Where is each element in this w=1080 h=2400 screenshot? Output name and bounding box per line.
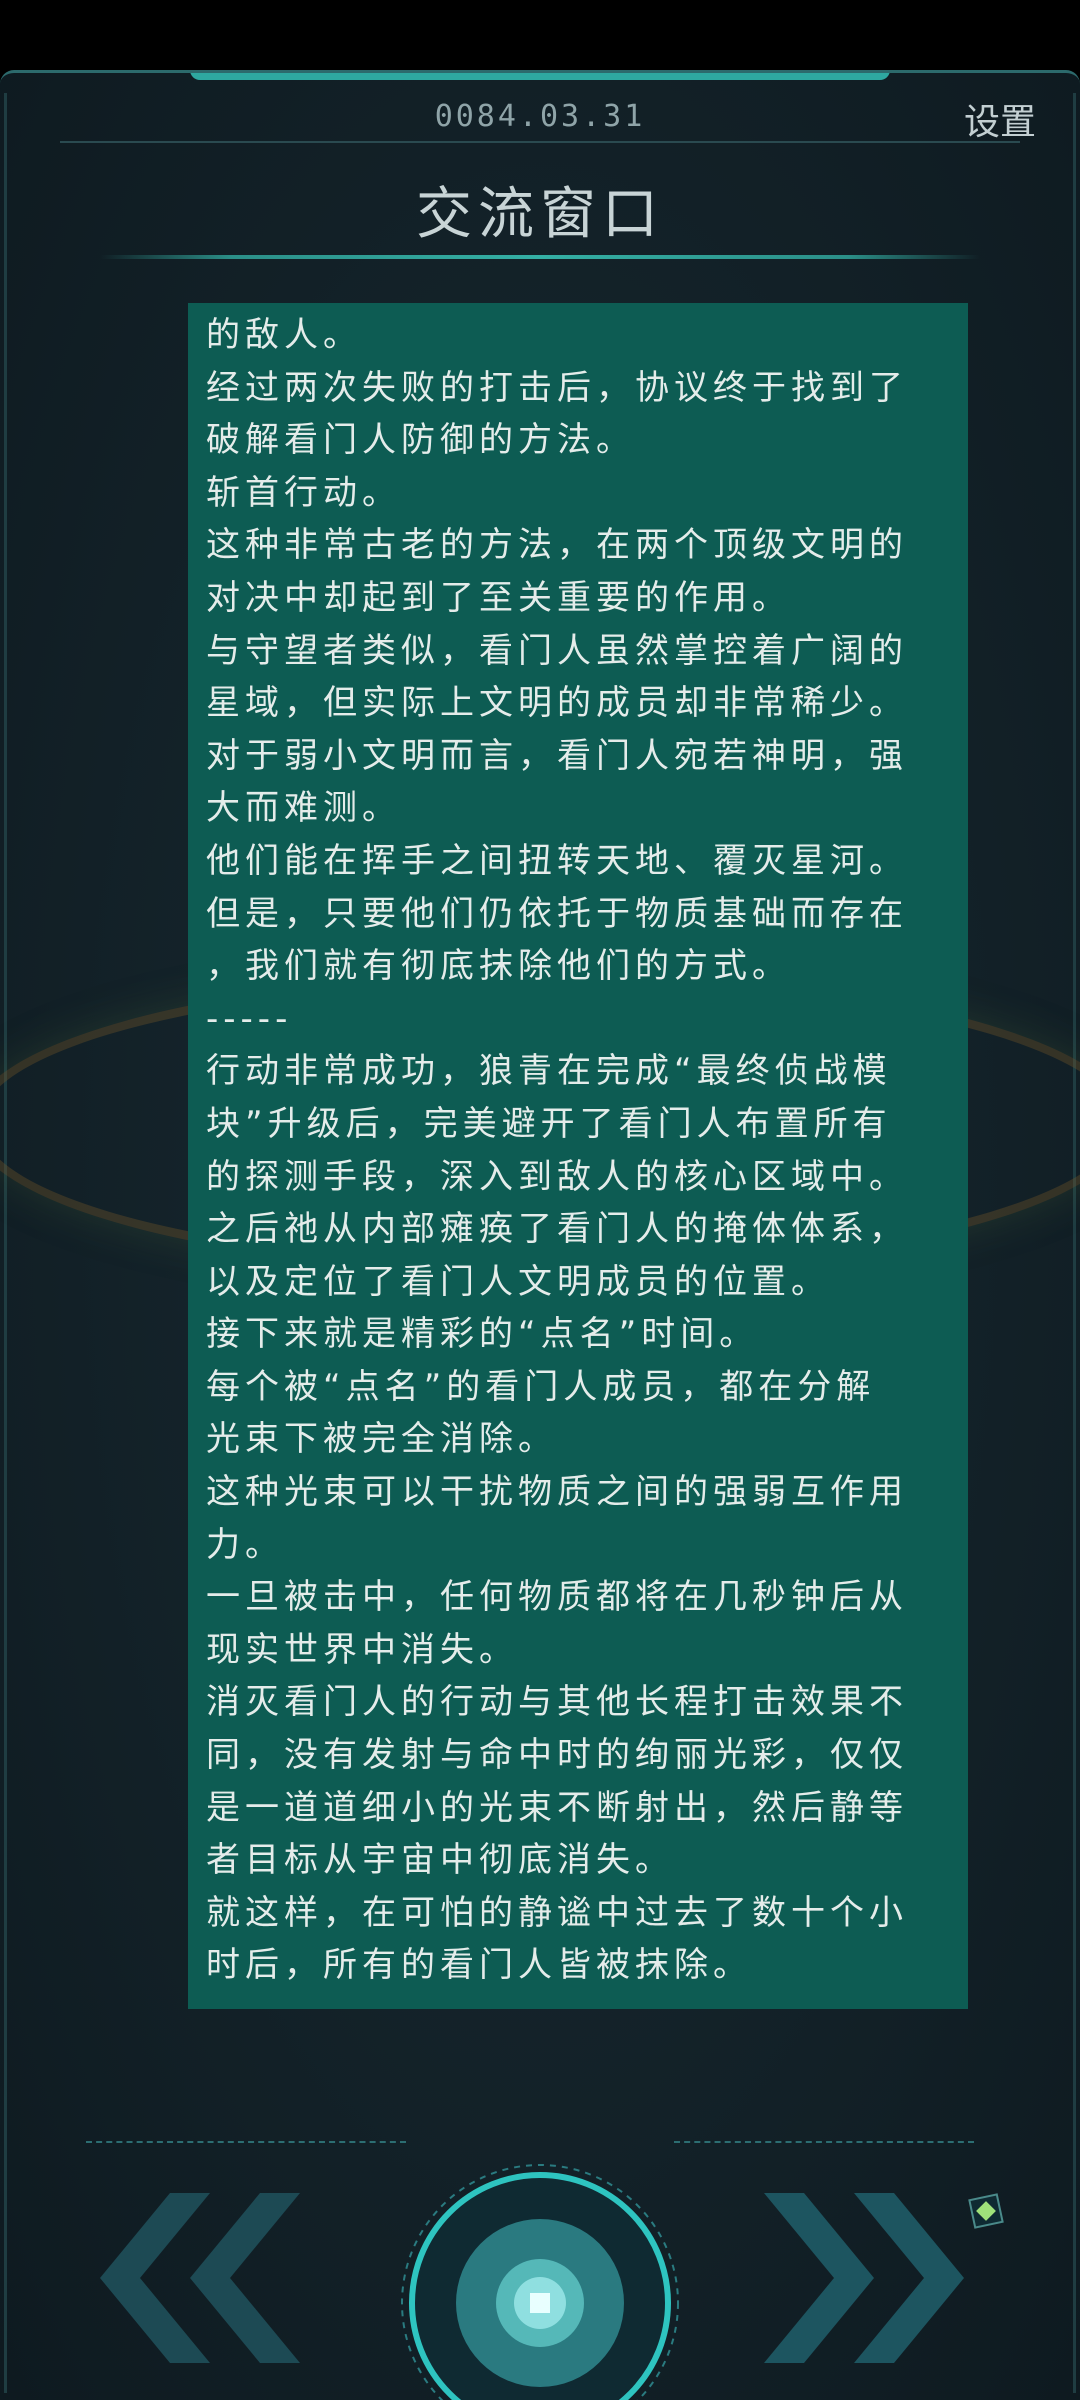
story-line: 这种非常古老的方法，在两个顶级文明的 — [206, 525, 908, 566]
story-line: 块”升级后，完美避开了看门人布置所有 — [206, 1103, 892, 1144]
story-line: 的探测手段，深入到敌人的核心区域中。 — [206, 1156, 908, 1197]
story-line: 每个被“点名”的看门人成员，都在分解 — [206, 1366, 876, 1407]
previous-button[interactable] — [100, 2193, 300, 2363]
story-line: 同，没有发射与命中时的绚丽光彩，仅仅 — [206, 1735, 908, 1776]
story-line: 但是，只要他们仍依托于物质基础而存在 — [206, 893, 908, 934]
title-underline — [100, 255, 980, 259]
frame-left-edge — [4, 93, 7, 2393]
story-line: 消灭看门人的行动与其他长程打击效果不 — [206, 1682, 908, 1723]
corner-indicator[interactable] — [966, 2191, 1006, 2231]
story-line: 者目标从宇宙中彻底消失。 — [206, 1840, 674, 1881]
playback-controls — [0, 2073, 1080, 2400]
page-title: 交流窗口 — [416, 182, 664, 247]
story-line: 力。 — [206, 1524, 284, 1565]
story-line: 一旦被击中，任何物质都将在几秒钟后从 — [206, 1577, 908, 1618]
story-line: 斩首行动。 — [206, 472, 401, 513]
app-frame: 0084.03.31 设置 交流窗口 的敌人。经过两次失败的打击后，协议终于找到… — [0, 70, 1080, 2400]
story-line: ----- — [206, 998, 293, 1039]
double-chevron-right-icon — [764, 2193, 964, 2363]
story-line: 现实世界中消失。 — [206, 1629, 518, 1670]
story-line: 光束下被完全消除。 — [206, 1419, 557, 1460]
right-dashed-line — [674, 2141, 974, 2143]
story-line: 时后，所有的看门人皆被抹除。 — [206, 1945, 752, 1986]
center-play-button[interactable] — [400, 2163, 680, 2400]
story-line: 的敌人。 — [206, 315, 362, 355]
game-date: 0084.03.31 — [434, 99, 646, 134]
story-line: 行动非常成功，狼青在完成“最终侦战模 — [206, 1051, 892, 1092]
story-line: 对于弱小文明而言，看门人宛若神明，强 — [206, 735, 908, 776]
story-text-panel[interactable]: 的敌人。经过两次失败的打击后，协议终于找到了 破解看门人防御的方法。 斩首行动。这种… — [188, 303, 968, 2009]
story-line: 就这样，在可怕的静谧中过去了数十个小 — [206, 1892, 908, 1933]
left-dashed-line — [86, 2141, 406, 2143]
story-line: 对决中却起到了至关重要的作用。 — [206, 577, 791, 618]
frame-right-edge — [1073, 93, 1076, 2393]
story-line: ，我们就有彻底抹除他们的方式。 — [206, 946, 791, 987]
settings-button[interactable]: 设置 — [964, 93, 1036, 145]
story-line: 与守望者类似，看门人虽然掌控着广阔的 — [206, 630, 908, 671]
story-line: 破解看门人防御的方法。 — [206, 420, 635, 461]
frame-top-accent — [190, 73, 890, 80]
story-line: 是一道道细小的光束不断射出，然后静等 — [206, 1787, 908, 1828]
story-line: 接下来就是精彩的“点名”时间。 — [206, 1314, 759, 1355]
record-circle-icon — [401, 2164, 679, 2400]
story-line: 以及定位了看门人文明成员的位置。 — [206, 1261, 830, 1302]
double-chevron-left-icon — [100, 2193, 300, 2363]
story-line: 之后祂从内部瘫痪了看门人的掩体体系， — [206, 1209, 908, 1250]
story-line: 他们能在挥手之间扭转天地、覆灭星河。 — [206, 840, 908, 881]
story-line: 星域，但实际上文明的成员却非常稀少。 — [206, 683, 908, 724]
diamond-icon — [968, 2193, 1004, 2229]
status-bar — [0, 0, 1080, 70]
story-line: 大而难测。 — [206, 788, 401, 829]
story-line: 经过两次失败的打击后，协议终于找到了 — [206, 367, 908, 408]
next-button[interactable] — [764, 2193, 964, 2363]
date-divider — [60, 141, 1020, 143]
story-line: 这种光束可以干扰物质之间的强弱互作用 — [206, 1472, 908, 1513]
